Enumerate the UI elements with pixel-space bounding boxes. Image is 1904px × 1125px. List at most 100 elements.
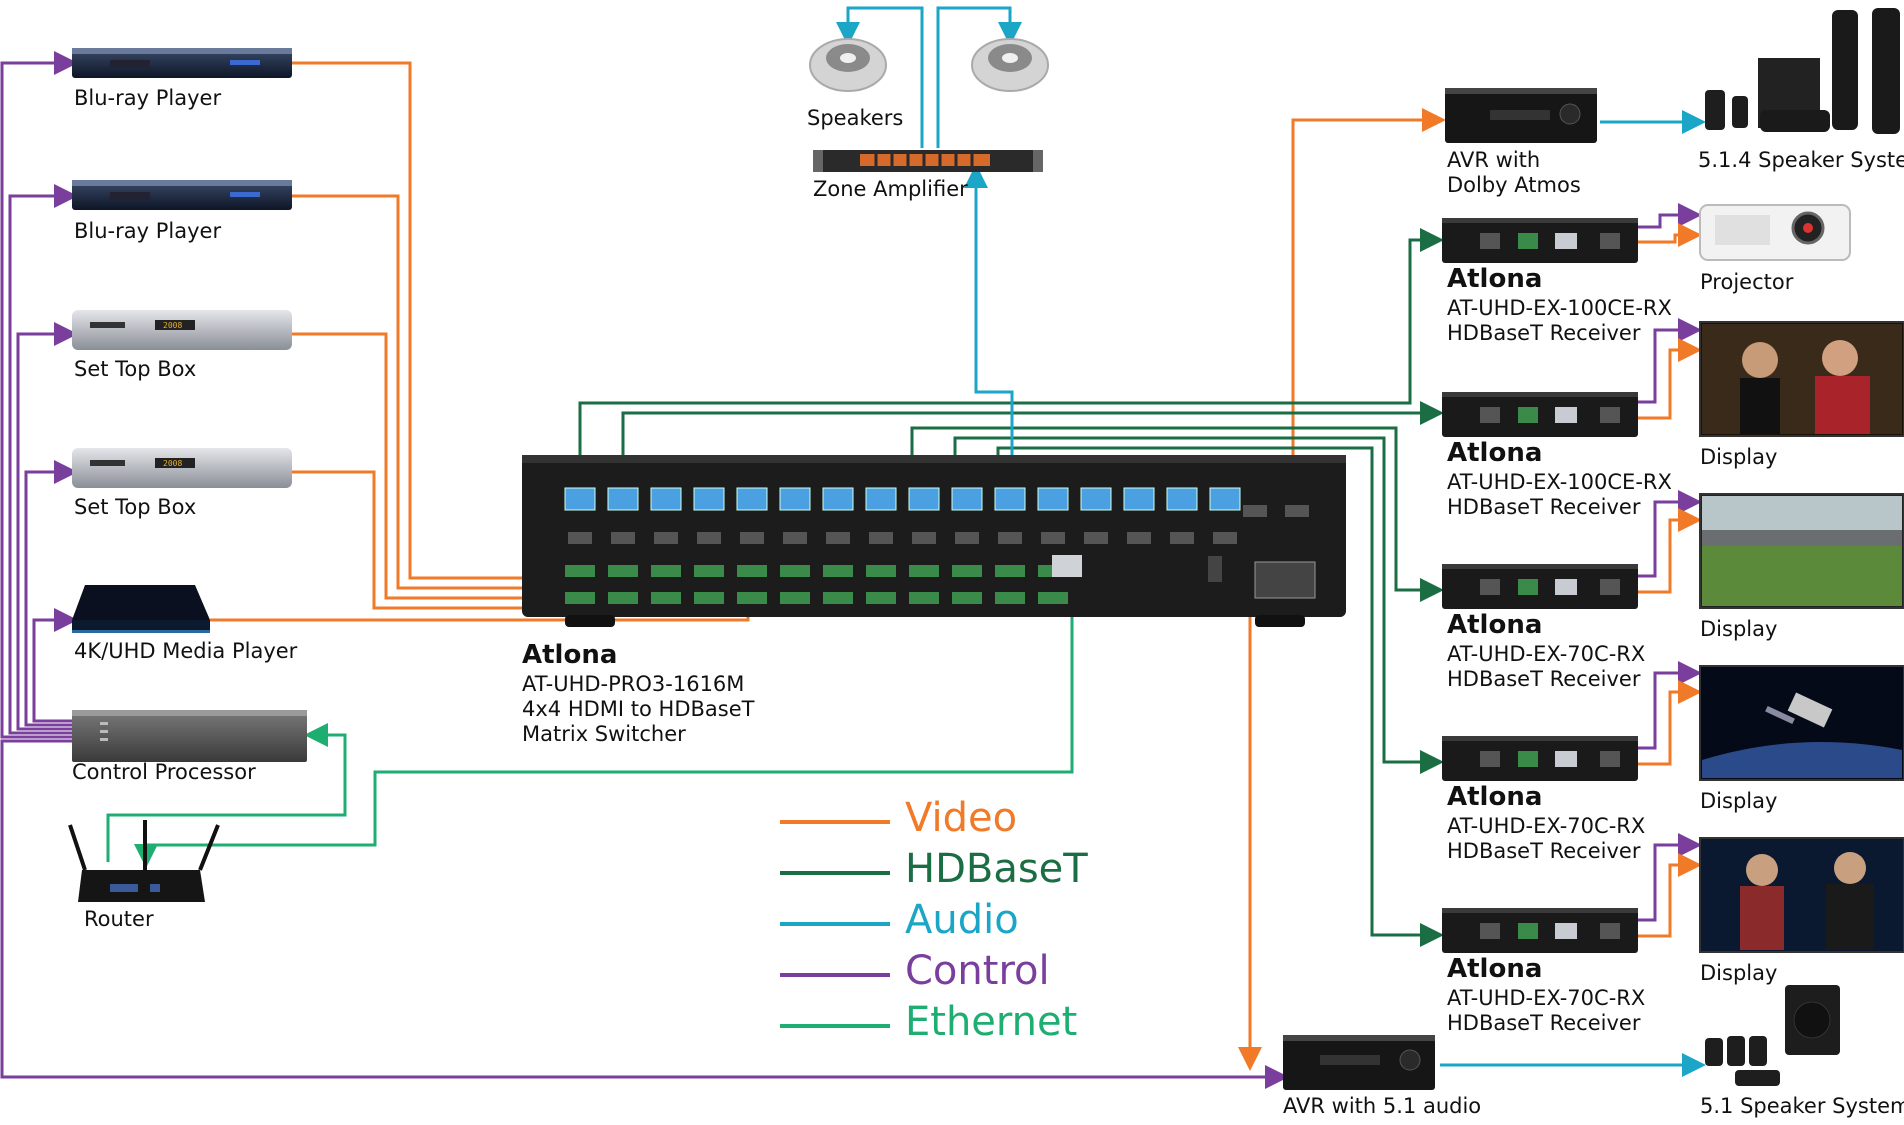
set-top-box-2: 2008	[72, 448, 292, 488]
hdbaset-receiver-device-2	[1442, 392, 1638, 437]
hdbaset-port	[994, 487, 1026, 511]
hdmi-port	[783, 532, 807, 544]
terminal-block	[780, 565, 810, 577]
hdmi-port	[697, 532, 721, 544]
legend-label-audio: Audio	[905, 897, 1019, 943]
hdbaset-port	[607, 487, 639, 511]
speakers-label: Speakers	[807, 106, 904, 130]
terminal-block	[608, 565, 638, 577]
switcher-line3: Matrix Switcher	[522, 722, 686, 746]
hdbaset-port	[822, 487, 854, 511]
hdmi-out-port	[1285, 505, 1309, 517]
ceiling-speaker-right	[971, 38, 1049, 92]
sink-label-3: Display	[1700, 617, 1778, 641]
hdmi-out-port	[1243, 505, 1267, 517]
receiver-brand-3: Atlona	[1447, 610, 1543, 640]
display-1	[1699, 321, 1904, 437]
zone-amplifier-label: Zone Amplifier	[813, 177, 968, 201]
terminal-block	[1038, 592, 1068, 604]
hdmi-port	[826, 532, 850, 544]
avr-51-device	[1283, 1035, 1435, 1090]
receiver-model-4: AT-UHD-EX-70C-RX	[1447, 814, 1646, 838]
receiver-model-3: AT-UHD-EX-70C-RX	[1447, 642, 1646, 666]
terminal-block	[952, 565, 982, 577]
terminal-block	[737, 592, 767, 604]
speaker-514-device	[1705, 8, 1900, 134]
legend-lines	[780, 820, 890, 1028]
hdmi-port	[869, 532, 893, 544]
hdbaset-port	[650, 487, 682, 511]
receiver-type-2: HDBaseT Receiver	[1447, 495, 1641, 519]
hdbaset-port	[1209, 487, 1241, 511]
hdmi-port	[1170, 532, 1194, 544]
receiver-brand-1: Atlona	[1447, 264, 1543, 294]
hdbaset-port	[1123, 487, 1155, 511]
terminal-block	[694, 565, 724, 577]
terminal-block	[651, 565, 681, 577]
router-label: Router	[84, 907, 154, 931]
terminal-block	[952, 592, 982, 604]
hdbaset-receiver-device-5	[1442, 908, 1638, 953]
hdmi-port	[654, 532, 678, 544]
hdbaset-port	[564, 487, 596, 511]
hdbaset-port	[951, 487, 983, 511]
terminal-block	[995, 565, 1025, 577]
terminal-block	[823, 592, 853, 604]
terminal-block	[995, 592, 1025, 604]
sink-label-4: Display	[1700, 789, 1778, 813]
speaker-51-device	[1705, 985, 1840, 1086]
hdbaset-receiver-device-4	[1442, 736, 1638, 781]
terminal-block	[866, 565, 896, 577]
hdmi-port	[740, 532, 764, 544]
hdmi-port	[912, 532, 936, 544]
legend-label-video: Video	[905, 795, 1018, 841]
projector-device	[1699, 204, 1851, 261]
avr-atmos-line1: AVR with	[1447, 148, 1541, 172]
hdmi-port	[955, 532, 979, 544]
source-label-1: Blu-ray Player	[74, 86, 222, 110]
svg-text:2008: 2008	[163, 459, 182, 468]
speaker-514-label: 5.1.4 Speaker System	[1698, 148, 1904, 172]
terminal-block	[780, 592, 810, 604]
hdmi-port	[1084, 532, 1108, 544]
hdbaset-port	[779, 487, 811, 511]
terminal-block	[608, 592, 638, 604]
receiver-brand-4: Atlona	[1447, 782, 1543, 812]
hdmi-port	[1041, 532, 1065, 544]
terminal-block	[694, 592, 724, 604]
hdbaset-port	[1166, 487, 1198, 511]
terminal-block	[866, 592, 896, 604]
switcher-brand: Atlona	[522, 640, 618, 670]
terminal-block	[565, 592, 595, 604]
hdbaset-port	[1037, 487, 1069, 511]
legend-label-control: Control	[905, 948, 1050, 994]
receiver-type-5: HDBaseT Receiver	[1447, 1011, 1641, 1035]
control-processor-label: Control Processor	[72, 760, 256, 784]
matrix-switcher-device	[522, 455, 1346, 627]
receiver-brand-5: Atlona	[1447, 954, 1543, 984]
bluray-player-2	[72, 180, 292, 210]
hdmi-port	[998, 532, 1022, 544]
hdbaset-port	[693, 487, 725, 511]
hdmi-port	[568, 532, 592, 544]
hdbaset-receiver-device-3	[1442, 564, 1638, 609]
receiver-model-5: AT-UHD-EX-70C-RX	[1447, 986, 1646, 1010]
media-player	[72, 585, 210, 633]
legend-label-hdbaset: HDBaseT	[905, 846, 1088, 892]
bluray-player-1	[72, 48, 292, 78]
display-4	[1699, 837, 1904, 953]
receiver-model-2: AT-UHD-EX-100CE-RX	[1447, 470, 1672, 494]
terminal-block	[909, 592, 939, 604]
ceiling-speaker-left	[809, 38, 887, 92]
hdmi-port	[1127, 532, 1151, 544]
receiver-brand-2: Atlona	[1447, 438, 1543, 468]
switcher-line2: 4x4 HDMI to HDBaseT	[522, 697, 755, 721]
terminal-block	[823, 565, 853, 577]
legend-label-ethernet: Ethernet	[905, 999, 1078, 1045]
source-label-4: Set Top Box	[74, 495, 197, 519]
terminal-block	[565, 565, 595, 577]
receiver-type-1: HDBaseT Receiver	[1447, 321, 1641, 345]
avr-atmos-device	[1445, 88, 1597, 143]
display-3	[1699, 665, 1904, 781]
control-processor-device	[72, 710, 307, 762]
